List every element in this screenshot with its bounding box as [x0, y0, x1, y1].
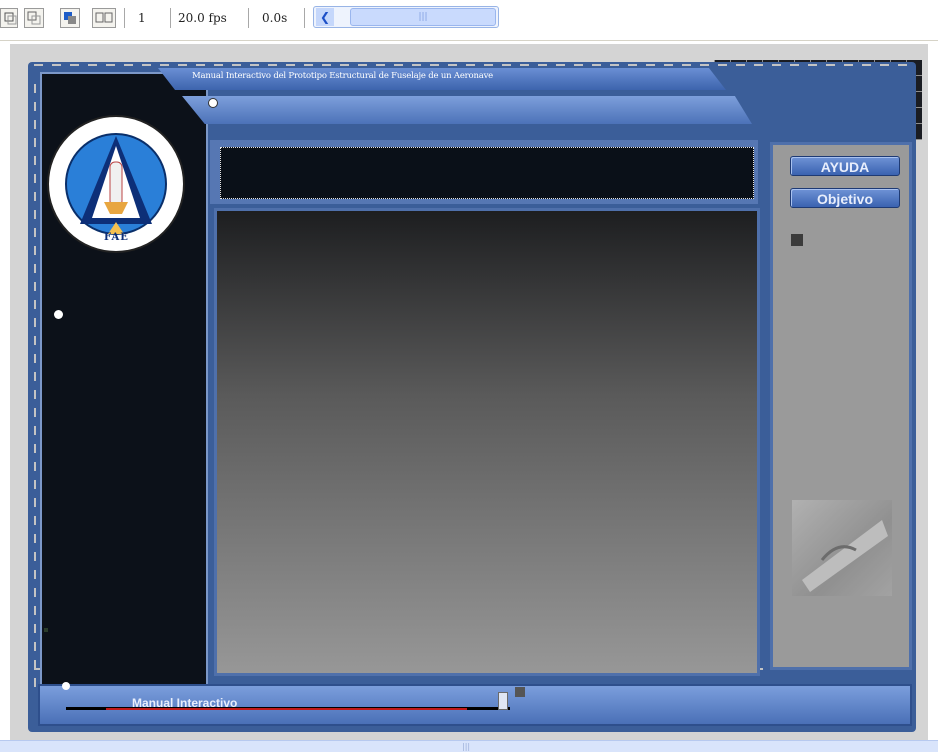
- marker-dot: [54, 310, 63, 319]
- frame-number: 1: [138, 11, 146, 25]
- dashed-border-top: [34, 64, 914, 66]
- dashed-border-left: [34, 84, 36, 694]
- playhead-marker[interactable]: [515, 687, 525, 697]
- fps-readout: 20.0 fps: [178, 11, 227, 25]
- movie-canvas: FAE Manual Interactivo del Prototipo Est…: [10, 44, 928, 740]
- progress-fill: [106, 708, 467, 710]
- main-content-area: [214, 208, 760, 676]
- text-display: [220, 147, 754, 199]
- onion-skin-icon[interactable]: [0, 8, 18, 28]
- elapsed-time: 0.0s: [262, 11, 288, 25]
- marker-pixel: [44, 628, 48, 632]
- ayuda-button[interactable]: AYUDA: [790, 156, 900, 176]
- timeline-scrollbar[interactable]: ❮ |||: [313, 6, 499, 28]
- page-title: Manual Interactivo del Prototipo Estruct…: [192, 71, 494, 81]
- scrollbar-thumb[interactable]: |||: [350, 8, 496, 26]
- chevron-left-icon[interactable]: ❮: [316, 8, 334, 26]
- edit-multiple-frames-icon[interactable]: [92, 8, 116, 28]
- horizontal-scrollbar[interactable]: |||: [0, 740, 938, 752]
- progress-handle[interactable]: [498, 692, 508, 710]
- bottom-dot: [62, 682, 70, 690]
- subtitle-banner: [182, 96, 752, 124]
- timeline-toolbar: 1 20.0 fps 0.0s ❮ |||: [0, 0, 938, 41]
- indicator-square: [791, 234, 803, 246]
- scroll-grip-icon[interactable]: |||: [462, 742, 470, 751]
- logo-text-fae: FAE: [104, 232, 129, 243]
- title-dot: [208, 98, 218, 108]
- onion-fill-icon[interactable]: [60, 8, 80, 28]
- onion-outline-icon[interactable]: [24, 8, 44, 28]
- aircraft-image: [792, 500, 892, 596]
- objetivo-button[interactable]: Objetivo: [790, 188, 900, 208]
